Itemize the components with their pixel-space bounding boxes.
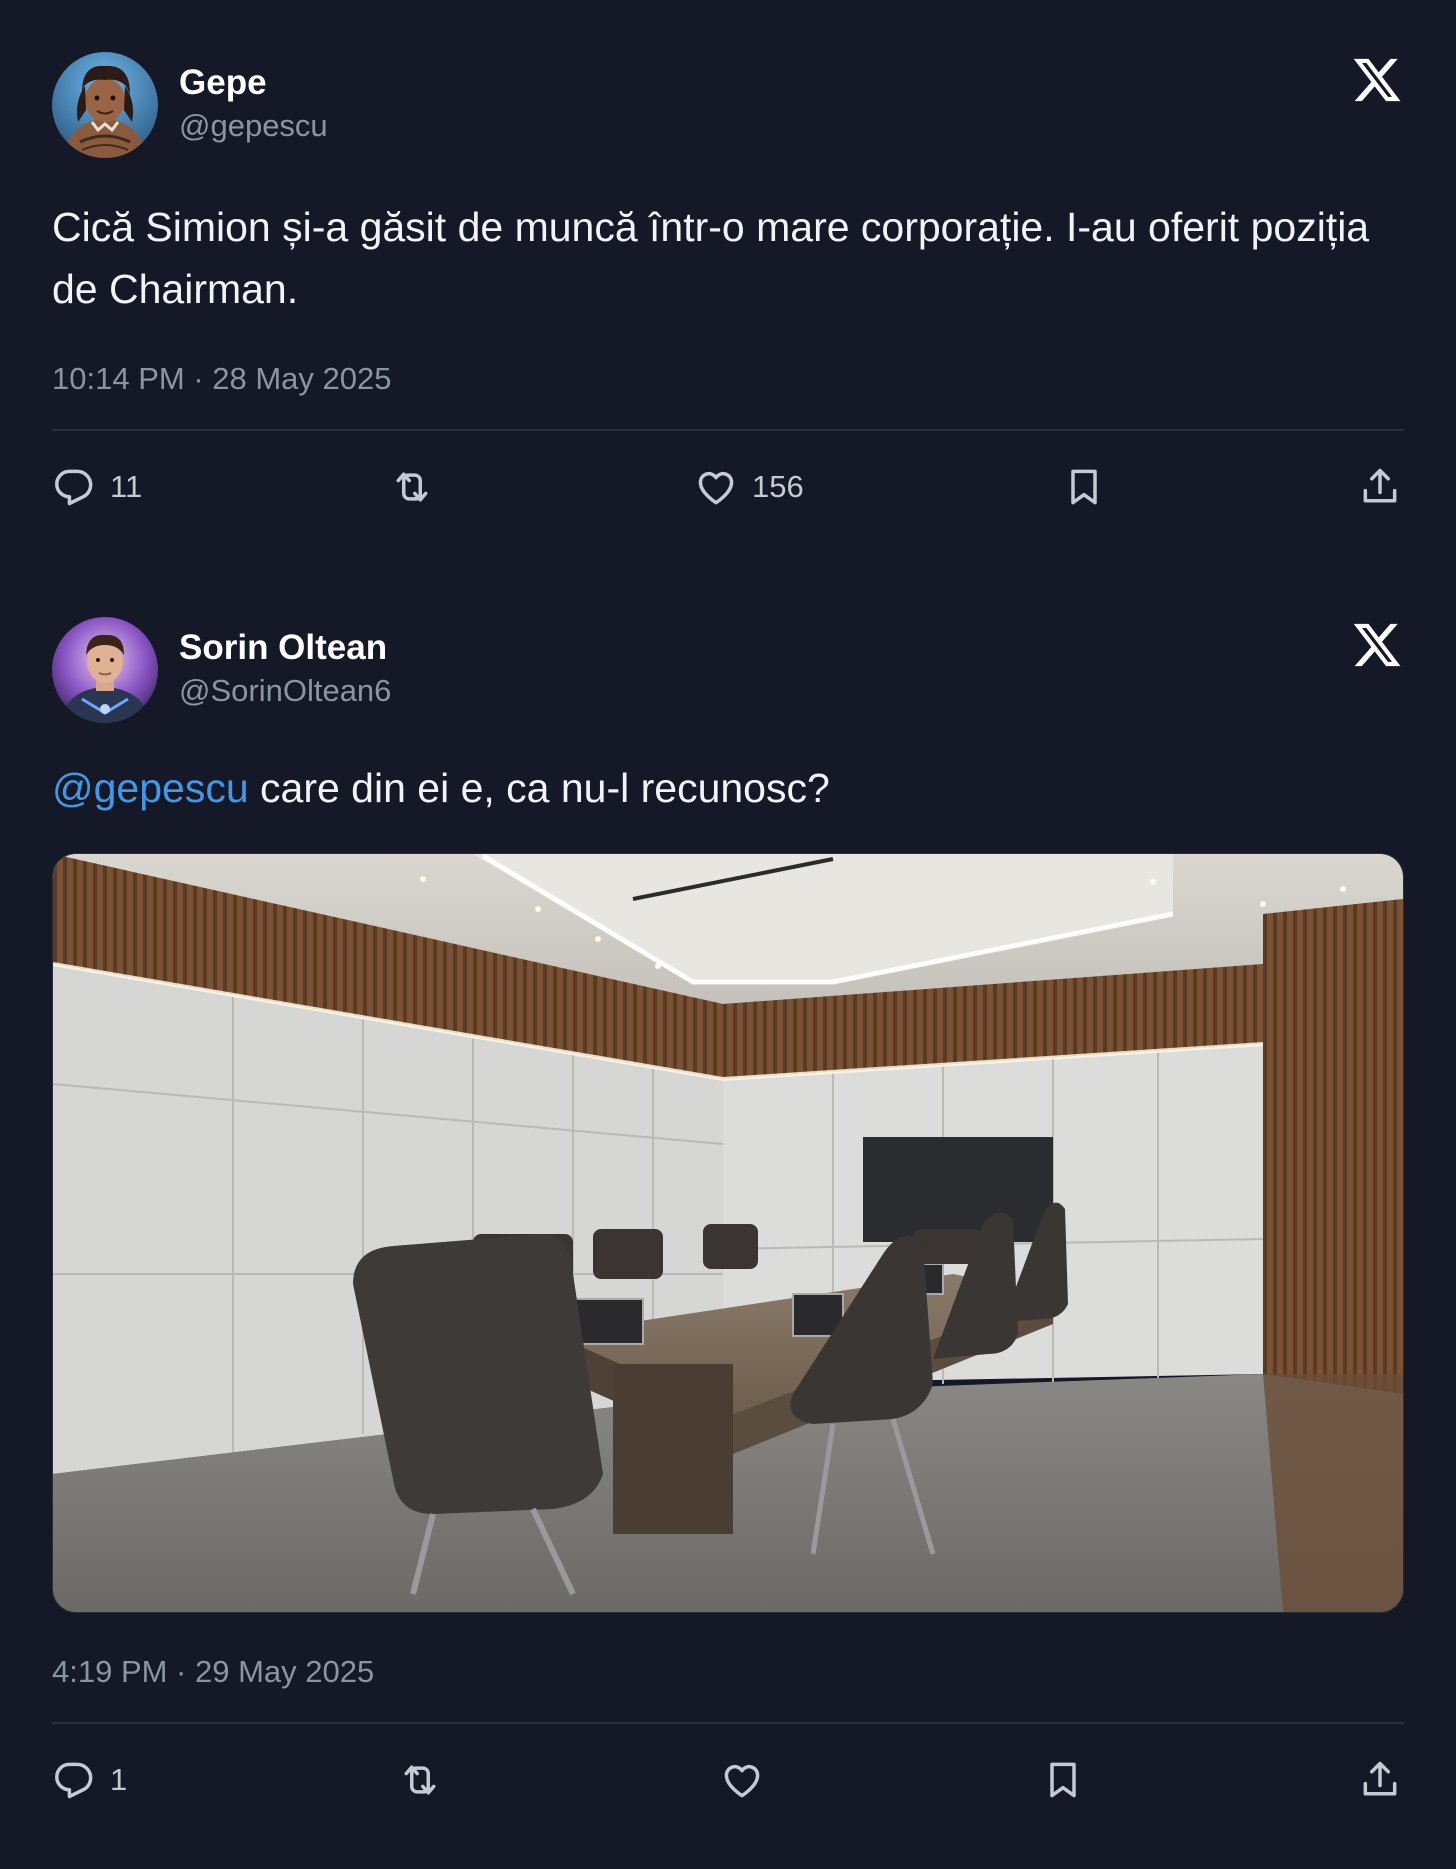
tweet-text: @gepescu care din ei e, ca nu-l recunosc… — [52, 757, 1404, 819]
author-handle[interactable]: @SorinOltean6 — [179, 672, 391, 709]
x-logo-icon[interactable] — [1350, 54, 1404, 106]
bookmark-button[interactable] — [1062, 465, 1106, 509]
reply-button[interactable]: 1 — [52, 1758, 127, 1802]
avatar-image — [52, 52, 158, 158]
tweet-actions: 11 156 — [52, 431, 1404, 541]
retweet-icon — [404, 1765, 436, 1795]
tweet-body: care din ei e, ca nu-l recunosc? — [248, 765, 830, 811]
reply-icon — [55, 1762, 93, 1799]
tweet-header: Sorin Oltean @SorinOltean6 — [52, 617, 1404, 725]
tweet-photo[interactable] — [52, 853, 1404, 1613]
heart-icon — [724, 1765, 760, 1798]
reply-count: 11 — [110, 469, 143, 505]
tweet-timestamp[interactable]: 10:14 PM · 28 May 2025 — [52, 360, 1404, 397]
avatar[interactable] — [52, 52, 158, 158]
heart-icon — [698, 472, 734, 505]
avatar[interactable] — [52, 617, 158, 723]
reply-icon — [55, 469, 93, 506]
share-icon — [1363, 1761, 1397, 1796]
x-logo-icon[interactable] — [1350, 619, 1404, 671]
reply-count: 1 — [110, 1762, 128, 1798]
tweet-text: Cică Simion și-a găsit de muncă într-o m… — [52, 204, 1370, 312]
avatar-image — [52, 617, 158, 723]
like-button[interactable] — [720, 1758, 764, 1802]
author-name[interactable]: Sorin Oltean — [179, 627, 387, 669]
tweet-header: Gepe @gepescu — [52, 52, 1404, 160]
retweet-button[interactable] — [398, 1758, 442, 1802]
tweet-timestamp[interactable]: 4:19 PM · 29 May 2025 — [52, 1653, 1404, 1690]
conference-room-photo — [53, 854, 1403, 1612]
tweet-card: Sorin Oltean @SorinOltean6 @gepescu care… — [52, 617, 1404, 1834]
reply-button[interactable]: 11 — [52, 465, 142, 509]
retweet-button[interactable] — [390, 465, 434, 509]
share-button[interactable] — [1358, 465, 1402, 509]
tweet-actions: 1 — [52, 1724, 1404, 1834]
bookmark-icon — [1050, 1762, 1076, 1798]
author-handle[interactable]: @gepescu — [179, 107, 328, 144]
bookmark-icon — [1071, 469, 1097, 505]
like-count: 156 — [752, 469, 804, 505]
author-name[interactable]: Gepe — [179, 62, 267, 104]
mention-link[interactable]: @gepescu — [52, 765, 249, 811]
like-button[interactable]: 156 — [694, 465, 804, 509]
retweet-icon — [396, 472, 428, 502]
share-button[interactable] — [1358, 1758, 1402, 1802]
tweet-card: Gepe @gepescu Cică Simion și-a găsit de … — [52, 52, 1404, 541]
bookmark-button[interactable] — [1041, 1758, 1085, 1802]
share-icon — [1363, 468, 1397, 503]
